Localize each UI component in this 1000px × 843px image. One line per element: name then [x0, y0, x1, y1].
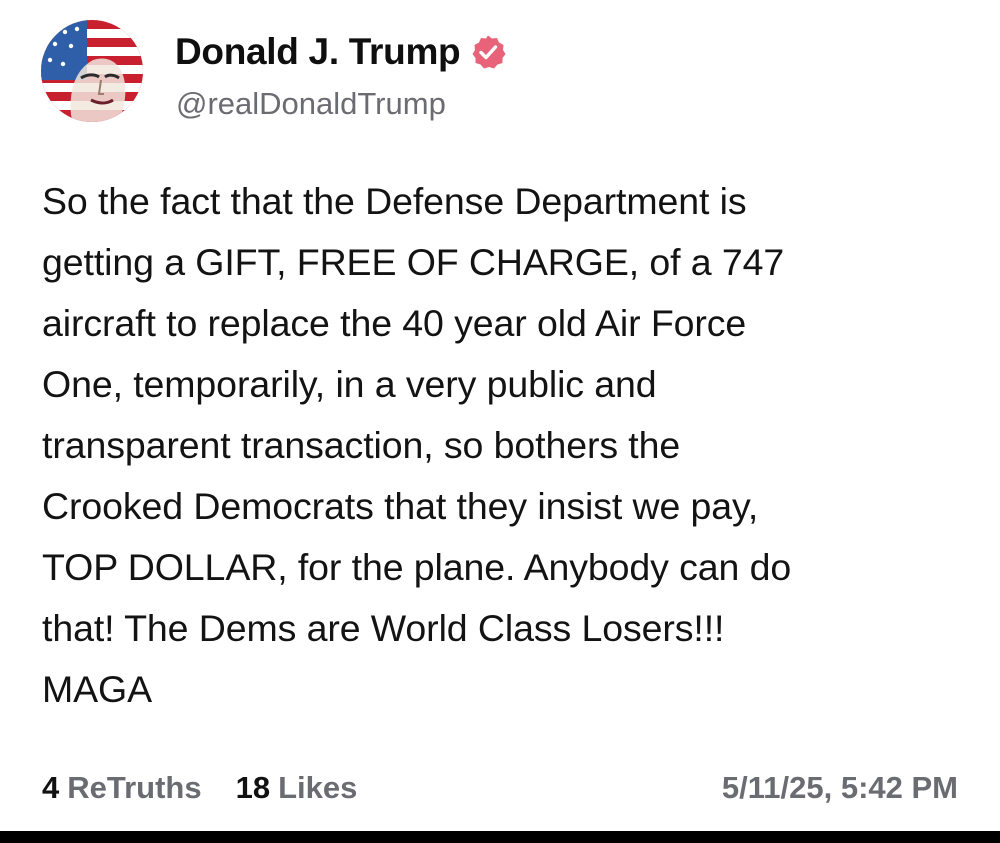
likes-stat[interactable]: 18 Likes [236, 768, 358, 808]
retruths-stat[interactable]: 4 ReTruths [42, 768, 202, 808]
post-body: So the fact that the Defense Department … [42, 171, 977, 720]
retruths-count: 4 [42, 770, 60, 805]
post-timestamp: 5/11/25, 5:42 PM [721, 770, 958, 805]
author-name-row: Donald J. Trump [175, 30, 506, 74]
avatar-flag-portrait [41, 20, 143, 122]
post-line: transparent transaction, so bothers the [42, 424, 681, 466]
post-line: getting a GIFT, FREE OF CHARGE, of a 747 [42, 241, 785, 283]
avatar[interactable] [41, 20, 143, 122]
retruths-label: ReTruths [67, 770, 202, 805]
bottom-edge-bar [0, 831, 1000, 843]
post-line: MAGA [42, 668, 153, 710]
post-line: One, temporarily, in a very public and [42, 363, 657, 405]
post-line: aircraft to replace the 40 year old Air … [42, 302, 747, 344]
author-handle[interactable]: @realDonaldTrump [176, 86, 446, 122]
post-line: Crooked Democrats that they insist we pa… [42, 485, 759, 527]
likes-count: 18 [235, 770, 271, 805]
author-display-name[interactable]: Donald J. Trump [175, 30, 461, 74]
post-line: So the fact that the Defense Department … [42, 180, 747, 222]
post-line: TOP DOLLAR, for the plane. Anybody can d… [42, 546, 792, 588]
verified-badge-icon [470, 34, 506, 70]
post-line: that! The Dems are World Class Losers!!! [42, 607, 725, 649]
likes-label: Likes [278, 770, 358, 805]
post-stats: 4 ReTruths 18 Likes [42, 768, 391, 808]
